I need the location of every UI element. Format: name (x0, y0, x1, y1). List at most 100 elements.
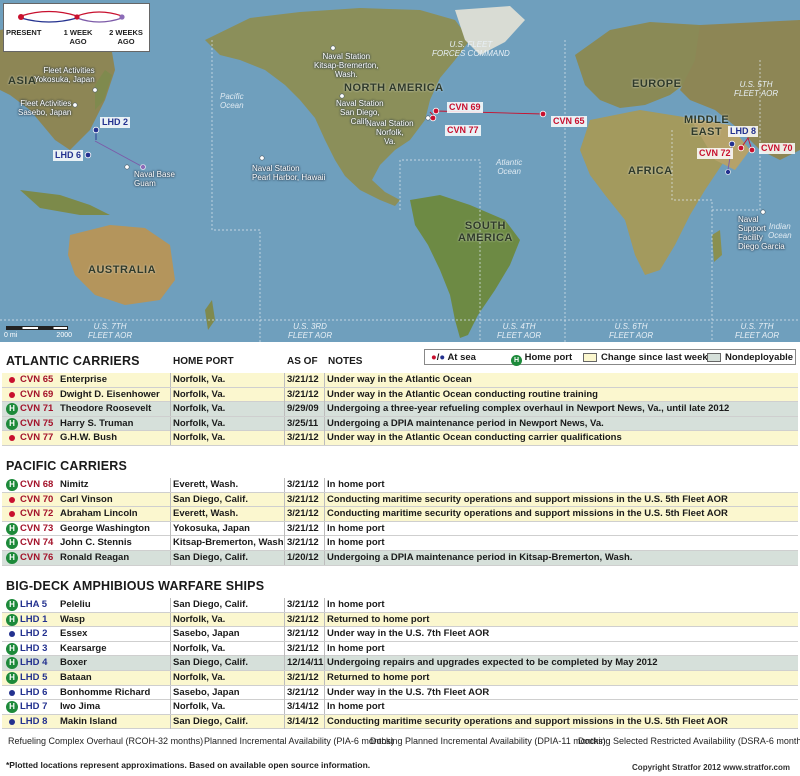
table-row[interactable]: CVN 69 Dwight D. Eisenhower Norfolk, Va. 3/… (2, 387, 798, 403)
table-row[interactable]: LHD 6 Bonhomme Richard Sasebo, Japan 3/21/1… (2, 685, 798, 701)
table-row[interactable]: H LHA 5 Peleliu San Diego, Calif. 3/21/12 In … (2, 598, 798, 613)
scale-zero: 0 mi (4, 332, 18, 339)
hull-number: LHD 6 (20, 686, 48, 698)
land-south-america (410, 195, 520, 338)
home-port: Everett, Wash. (173, 508, 239, 520)
home-port: Sasebo, Japan (173, 628, 240, 640)
table-row[interactable]: H LHD 5 Bataan Norfolk, Va. 3/21/12 Returned … (2, 671, 798, 686)
as-of-date: 3/21/12 (287, 522, 319, 534)
hull-number: CVN 70 (20, 493, 54, 505)
ship-name: George Washington (60, 522, 150, 534)
status-marker: H (6, 536, 18, 550)
column-divider (284, 641, 285, 656)
ship-label-lhd2: LHD 2 (100, 117, 131, 128)
status-marker (6, 686, 18, 700)
status-marker: H (6, 417, 18, 431)
hull-number: LHD 2 (20, 628, 48, 640)
hull-number: LHD 5 (20, 672, 48, 683)
table-row[interactable]: H CVN 71 Theodore Roosevelt Norfolk, Va. 9/2… (2, 402, 798, 417)
column-divider (324, 416, 325, 431)
at-sea-dot-icon (9, 511, 15, 518)
column-divider (284, 598, 285, 612)
column-divider (284, 402, 285, 417)
table-row[interactable]: H LHD 7 Iwo Jima Norfolk, Va. 3/14/12 In home… (2, 700, 798, 715)
marker-norfolk (425, 115, 431, 121)
home-port-icon: H (6, 701, 18, 714)
map-legend: PRESENT 1 WEEK AGO 2 WEEKS AGO (3, 3, 150, 52)
column-divider (170, 402, 171, 417)
table-row[interactable]: CVN 70 Carl Vinson San Diego, Calif. 3/21/1… (2, 492, 798, 508)
column-divider (284, 536, 285, 551)
column-divider (324, 373, 325, 387)
at-sea-dot-icon (9, 689, 15, 696)
nondeploy-swatch (707, 353, 721, 362)
column-divider (324, 478, 325, 492)
table-row[interactable]: LHD 8 Makin Island San Diego, Calif. 3/14/1… (2, 714, 798, 730)
table-legend: ●/● At sea H Home port Change since last w… (424, 349, 796, 366)
legend-at-sea: ●/● At sea (431, 352, 476, 363)
table-row[interactable]: H CVN 75 Harry S. Truman Norfolk, Va. 3/25/1… (2, 416, 798, 432)
at-sea-dot-icon (9, 435, 15, 442)
notes: Conducting maritime security operations … (327, 715, 728, 727)
column-divider (170, 627, 171, 642)
ship-name: Theodore Roosevelt (60, 403, 152, 415)
as-of-date: 3/21/12 (287, 537, 319, 549)
table-row[interactable]: H LHD 3 Kearsarge Norfolk, Va. 3/21/12 In hom… (2, 641, 798, 657)
at-sea-dot-icon (9, 718, 15, 725)
label-africa: AFRICA (628, 165, 673, 177)
table-row[interactable]: H CVN 74 John C. Stennis Kitsap-Bremerton, … (2, 536, 798, 551)
table-row[interactable]: CVN 77 G.H.W. Bush Norfolk, Va. 3/21/12 Unde… (2, 431, 798, 446)
point-lhd8 (728, 140, 736, 148)
hull-number: CVN 75 (20, 417, 54, 429)
col-header-home-port: HOME PORT (173, 356, 234, 367)
ship-name: Essex (60, 628, 88, 640)
ship-label-lhd6: LHD 6 (53, 150, 84, 161)
ship-label-cvn65: CVN 65 (551, 116, 587, 127)
label-pearl-harbor: Naval Station Pearl Harbor, Hawaii (252, 164, 326, 182)
legend-change-label: Change since last week (601, 352, 708, 363)
legend-one-week: 1 WEEK AGO (63, 28, 93, 46)
home-port: Norfolk, Va. (173, 388, 226, 400)
label-middle-east: MIDDLE EAST (684, 114, 730, 138)
table-row[interactable]: H CVN 76 Ronald Reagan San Diego, Calif. 1/2… (2, 551, 798, 566)
column-divider (324, 700, 325, 715)
column-divider (284, 714, 285, 729)
label-south-america: SOUTH AMERICA (458, 220, 513, 244)
notes: In home port (327, 537, 385, 549)
table-row[interactable]: CVN 65 Enterprise Norfolk, Va. 3/21/12 Under… (2, 373, 798, 388)
column-divider (324, 492, 325, 507)
ship-name: Peleliu (60, 599, 91, 610)
ship-name: G.H.W. Bush (60, 432, 117, 444)
as-of-date: 3/21/12 (287, 613, 319, 625)
table-row[interactable]: CVN 72 Abraham Lincoln Everett, Wash. 3/21/… (2, 507, 798, 522)
legend-home-port: H Home port (511, 351, 572, 366)
status-marker: H (6, 598, 18, 612)
ship-name: Nimitz (60, 479, 89, 490)
home-port: Norfolk, Va. (173, 642, 226, 654)
column-divider (170, 492, 171, 507)
as-of-date: 3/21/12 (287, 599, 319, 610)
status-marker (6, 627, 18, 641)
point-lhd6 (84, 151, 92, 159)
ship-name: John C. Stennis (60, 537, 132, 549)
ship-name: Bonhomme Richard (60, 686, 151, 698)
table-row[interactable]: H LHD 1 Wasp Norfolk, Va. 3/21/12 Returned to… (2, 612, 798, 628)
table-row[interactable]: H CVN 73 George Washington Yokosuka, Japan 3… (2, 521, 798, 537)
notes: In home port (327, 701, 385, 713)
home-port: San Diego, Calif. (173, 493, 248, 505)
legend-home-port-label: Home port (524, 352, 573, 363)
ship-name: Enterprise (60, 374, 107, 385)
at-sea-dot-icon (9, 391, 15, 398)
table-row[interactable]: H CVN 68 Nimitz Everett, Wash. 3/21/12 In hom… (2, 478, 798, 493)
hull-number: CVN 65 (20, 374, 54, 385)
notes: Undergoing a three-year refueling comple… (327, 403, 730, 415)
footer-copyright: Copyright Stratfor 2012 www.stratfor.com (632, 763, 790, 772)
notes: Conducting maritime security operations … (327, 508, 728, 520)
at-sea-dot-icon (9, 496, 15, 503)
point-cvn72 (737, 144, 745, 152)
table-row[interactable]: H LHD 4 Boxer San Diego, Calif. 12/14/11 Unde… (2, 656, 798, 671)
label-sasebo: Fleet Activities Sasebo, Japan (18, 99, 72, 117)
table-row[interactable]: LHD 2 Essex Sasebo, Japan 3/21/12 Under way … (2, 627, 798, 642)
column-divider (284, 700, 285, 715)
column-divider (170, 612, 171, 627)
